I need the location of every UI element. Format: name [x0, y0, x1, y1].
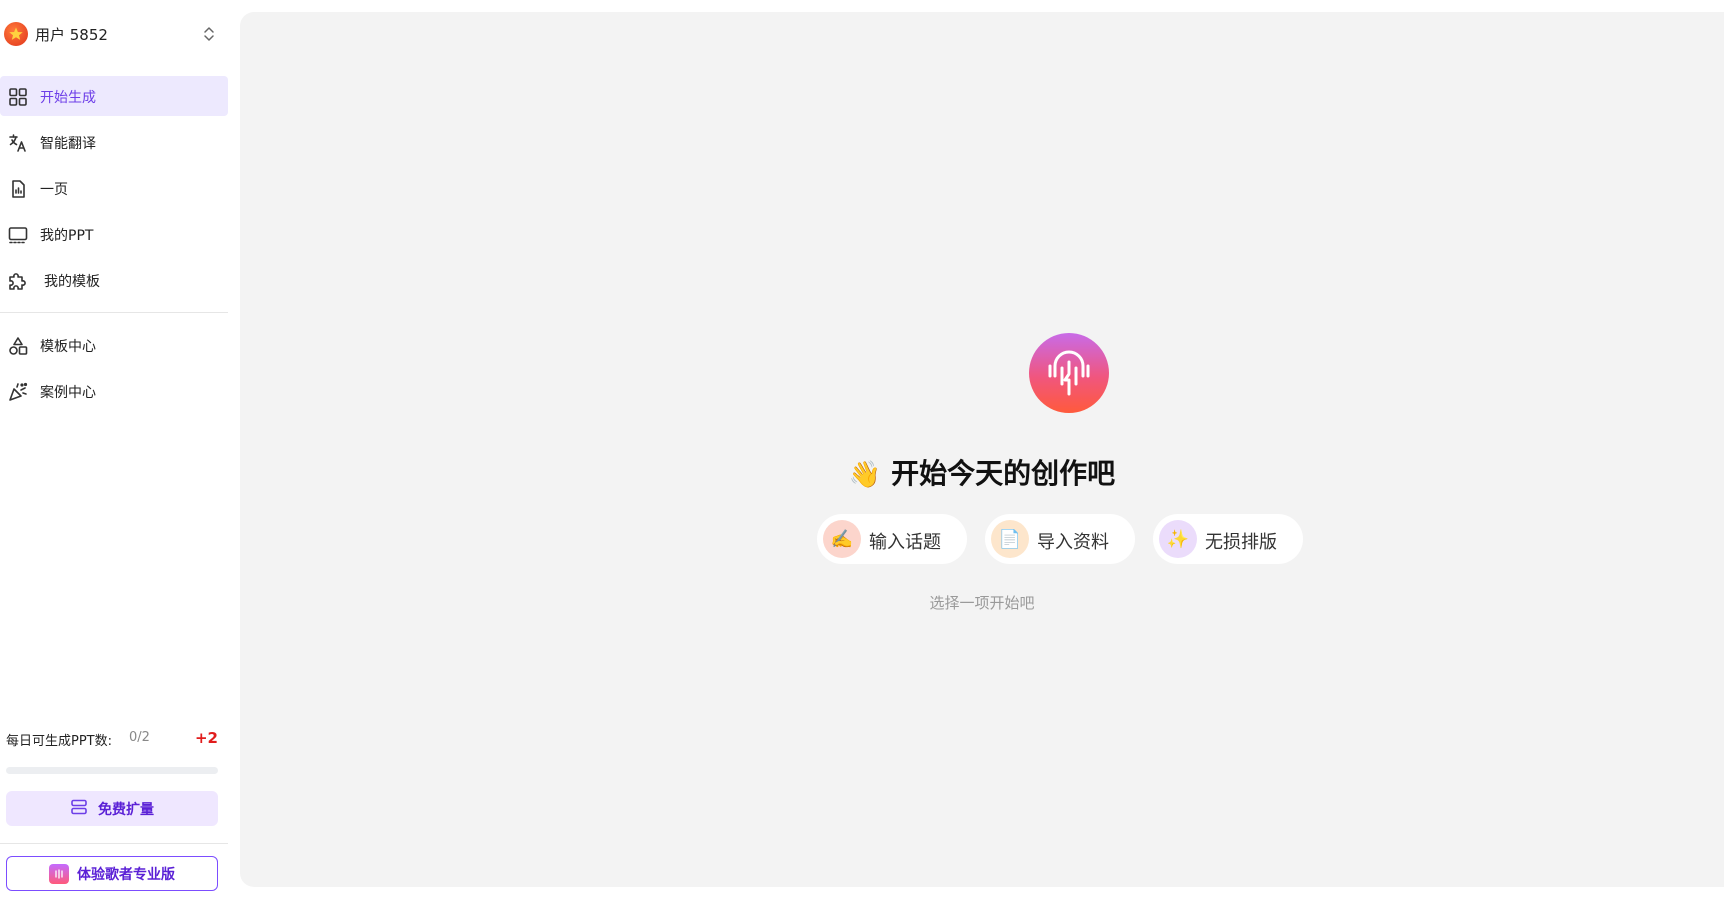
headline-text: 开始今天的创作吧	[891, 457, 1116, 490]
nav-item-start-generate[interactable]: 开始生成	[0, 76, 228, 116]
sidebar-divider	[0, 312, 228, 313]
nav-label: 案例中心	[40, 385, 96, 401]
daily-quota: 每日可生成PPT数: 0/2 +2	[6, 729, 218, 750]
puzzle-icon	[7, 270, 29, 292]
input-topic-button[interactable]: ✍ 输入话题	[817, 514, 967, 564]
free-expand-button[interactable]: 免费扩量	[6, 791, 218, 826]
free-expand-label: 免费扩量	[98, 800, 154, 817]
quota-plus-badge[interactable]: +2	[195, 729, 218, 747]
party-popper-icon	[7, 381, 29, 403]
nav-item-case-center[interactable]: 案例中心	[0, 371, 228, 411]
wave-icon: 👋	[848, 460, 882, 490]
user-name: 用户 5852	[35, 26, 108, 44]
nav-item-smart-translate[interactable]: 智能翻译	[0, 122, 228, 162]
chip-label: 导入资料	[1037, 532, 1109, 552]
user-avatar-icon	[4, 22, 28, 46]
sidebar: 用户 5852 开始生成 智能翻译 一页 我的PPT 我的模板 模板中心 案例中…	[0, 0, 228, 902]
translate-icon	[7, 132, 29, 154]
nav-item-template-center[interactable]: 模板中心	[0, 325, 228, 365]
lossless-layout-button[interactable]: ✨ 无损排版	[1153, 514, 1303, 564]
presentation-icon	[7, 224, 29, 246]
sidebar-bottom-divider	[0, 843, 228, 844]
app-logo-icon	[49, 863, 69, 884]
try-pro-label: 体验歌者专业版	[77, 865, 175, 882]
grid-icon	[7, 86, 29, 108]
chip-label: 无损排版	[1205, 532, 1277, 552]
nav-item-my-templates[interactable]: 我的模板	[0, 260, 228, 300]
file-chart-icon	[7, 178, 29, 200]
user-switcher[interactable]: 用户 5852	[0, 14, 228, 54]
quota-label: 每日可生成PPT数:	[6, 734, 112, 749]
hint-text: 选择一项开始吧	[929, 594, 1035, 612]
nav-label: 我的模板	[44, 274, 100, 290]
page-title: 👋 开始今天的创作吧	[240, 452, 1724, 492]
app-root: 用户 5852 开始生成 智能翻译 一页 我的PPT 我的模板 模板中心 案例中…	[0, 0, 1724, 902]
writing-hand-icon: ✍	[823, 520, 861, 558]
try-pro-button[interactable]: 体验歌者专业版	[6, 856, 218, 891]
document-icon: 📄	[991, 520, 1029, 558]
nav-label: 一页	[40, 182, 68, 198]
stack-icon	[70, 798, 88, 819]
chevron-up-down-icon[interactable]	[200, 24, 218, 44]
main-panel: 👋 开始今天的创作吧 ✍ 输入话题 📄 导入资料 ✨ 无损排版 选择一项开始吧	[240, 12, 1724, 887]
nav-item-my-ppt[interactable]: 我的PPT	[0, 214, 228, 254]
sparkles-icon: ✨	[1159, 520, 1197, 558]
chip-label: 输入话题	[869, 532, 941, 552]
start-options: ✍ 输入话题 📄 导入资料 ✨ 无损排版	[817, 514, 1317, 564]
app-logo-icon	[1029, 333, 1109, 413]
nav-label: 开始生成	[40, 90, 96, 106]
nav-label: 模板中心	[40, 339, 96, 355]
quota-value: 0/2	[129, 730, 150, 745]
import-material-button[interactable]: 📄 导入资料	[985, 514, 1135, 564]
quota-progress-bar	[6, 767, 218, 774]
nav-label: 我的PPT	[40, 228, 94, 244]
nav-item-one-page[interactable]: 一页	[0, 168, 228, 208]
shapes-icon	[7, 335, 29, 357]
nav-label: 智能翻译	[40, 136, 96, 152]
